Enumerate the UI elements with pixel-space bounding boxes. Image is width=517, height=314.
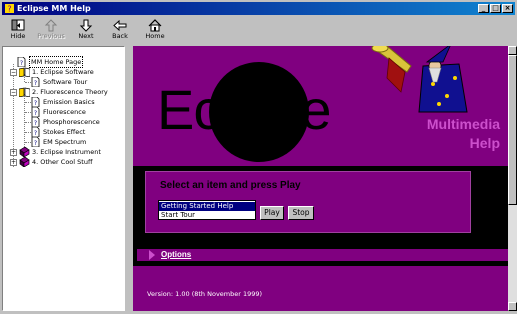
hide-label: Hide — [10, 32, 26, 40]
options-bar[interactable]: Options — [137, 249, 508, 261]
item-listbox[interactable]: Getting Started Help Start Tour — [158, 200, 256, 220]
svg-text:?: ? — [7, 5, 11, 14]
tree-item-label: 3. Eclipse Instrument — [32, 148, 101, 156]
help-page-icon: ? — [31, 97, 40, 107]
arrow-left-icon — [113, 19, 127, 32]
next-label: Next — [78, 32, 94, 40]
svg-text:?: ? — [34, 110, 37, 117]
wizard-trumpet-icon — [371, 46, 468, 113]
previous-button[interactable]: Previous — [34, 17, 68, 43]
closed-book-icon — [19, 147, 30, 157]
svg-text:?: ? — [20, 60, 23, 67]
eclipse-logo: Eclipse — [157, 78, 332, 141]
play-panel: Select an item and press Play Getting St… — [145, 171, 471, 233]
closed-book-icon — [19, 157, 30, 167]
content-pane: Eclipse Multimedia Help Select an item a… — [133, 46, 508, 311]
tree-item-label: Emission Basics — [43, 98, 95, 106]
expand-toggle[interactable]: + — [10, 159, 17, 166]
home-icon — [148, 19, 162, 32]
tree-item-label: Software Tour — [43, 78, 88, 86]
tree-item-label: 1. Eclipse Software — [32, 68, 94, 76]
play-button[interactable]: Play — [260, 206, 284, 220]
header-banner: Eclipse Multimedia Help — [133, 46, 508, 166]
help-page-icon: ? — [17, 57, 26, 67]
footer-banner: Version: 1.00 (8th November 1999) — [133, 266, 508, 311]
svg-text:?: ? — [34, 140, 37, 147]
options-link[interactable]: Options — [161, 250, 191, 259]
svg-text:?: ? — [34, 80, 37, 87]
minimize-button[interactable]: _ — [478, 4, 489, 13]
help-page-icon: ? — [31, 127, 40, 137]
multimedia-subtitle: Multimedia — [426, 116, 500, 132]
tree-item-label: 4. Other Cool Stuff — [32, 158, 93, 166]
help-page-icon: ? — [31, 77, 40, 87]
play-panel-heading: Select an item and press Play — [160, 180, 301, 191]
content-scrollbar[interactable] — [508, 46, 517, 311]
tree-item-label: Phosphorescence — [43, 118, 100, 126]
hide-button[interactable]: Hide — [4, 17, 32, 43]
title-bar[interactable]: ? Eclipse MM Help _ □ × — [2, 2, 515, 15]
arrow-up-icon — [44, 19, 58, 32]
expand-toggle[interactable]: − — [10, 89, 17, 96]
toolbar: Hide Previous Next Back Home — [2, 16, 515, 44]
tree-item-label: Fluorescence — [43, 108, 86, 116]
svg-text:?: ? — [34, 100, 37, 107]
next-button[interactable]: Next — [72, 17, 100, 43]
home-button[interactable]: Home — [141, 17, 169, 43]
help-subtitle: Help — [469, 135, 500, 151]
tree-item-label: EM Spectrum — [43, 138, 87, 146]
scroll-thumb[interactable] — [508, 55, 517, 205]
back-label: Back — [112, 32, 128, 40]
help-page-icon: ? — [31, 107, 40, 117]
arrow-down-icon — [79, 19, 93, 32]
help-book-icon: ? — [5, 4, 14, 13]
list-item[interactable]: Getting Started Help — [159, 202, 255, 211]
contents-tree[interactable]: ? MM Home Page − 1. Eclipse Software ? S… — [2, 46, 125, 311]
hide-pane-icon — [11, 19, 25, 31]
back-button[interactable]: Back — [106, 17, 134, 43]
window-title: Eclipse MM Help — [17, 4, 91, 13]
home-label: Home — [145, 32, 165, 40]
list-item[interactable]: Start Tour — [159, 211, 255, 220]
tree-item-label: 2. Fluorescence Theory — [32, 88, 108, 96]
close-button[interactable]: × — [502, 4, 513, 13]
triangle-right-icon — [149, 250, 155, 260]
scroll-down-button[interactable] — [508, 302, 517, 311]
help-page-icon: ? — [31, 137, 40, 147]
svg-text:?: ? — [34, 120, 37, 127]
scroll-up-button[interactable] — [508, 46, 517, 55]
stop-button[interactable]: Stop — [288, 206, 314, 220]
tree-item-label: Stokes Effect — [43, 128, 86, 136]
help-window: ? Eclipse MM Help _ □ × Hide Previous Ne… — [0, 0, 517, 314]
expand-toggle[interactable]: − — [10, 69, 17, 76]
previous-label: Previous — [37, 32, 65, 40]
expand-toggle[interactable]: + — [10, 149, 17, 156]
maximize-button[interactable]: □ — [490, 4, 501, 13]
pane-splitter[interactable] — [125, 46, 133, 311]
version-text: Version: 1.00 (8th November 1999) — [147, 290, 263, 298]
help-page-icon: ? — [31, 117, 40, 127]
open-book-icon — [19, 67, 30, 77]
open-book-icon — [19, 87, 30, 97]
svg-text:?: ? — [34, 130, 37, 137]
